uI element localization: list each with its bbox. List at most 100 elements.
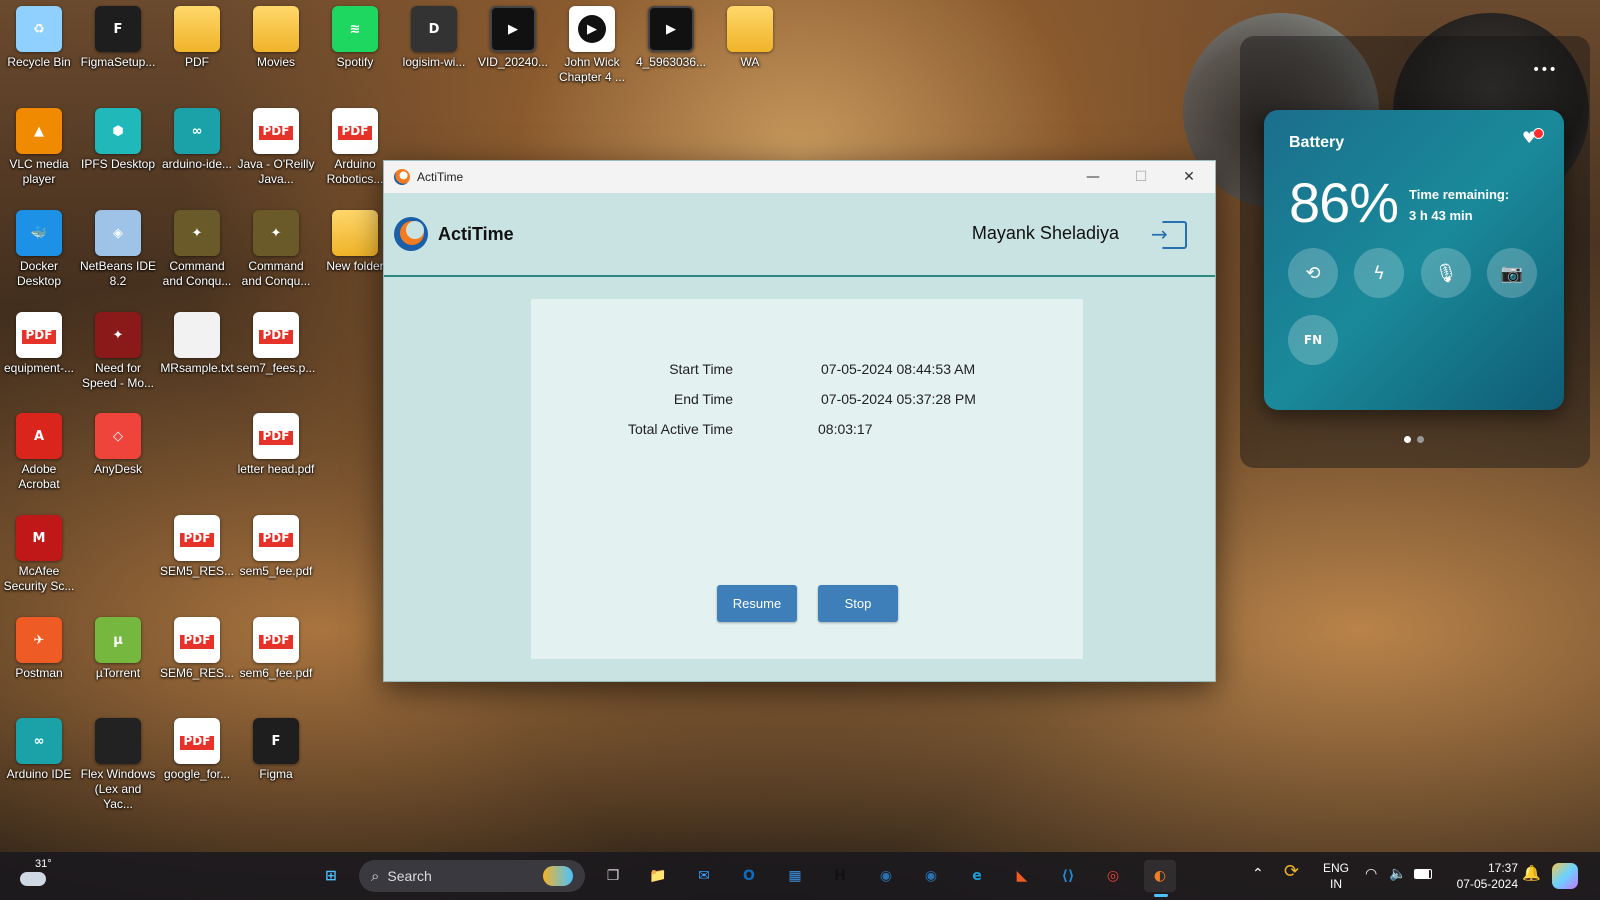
task-view-icon[interactable]: ❐	[597, 860, 629, 892]
desktop-icon[interactable]: PDF SEM5_RES...	[158, 515, 236, 579]
desktop-icon-label: Need for Speed - Mo...	[81, 361, 155, 390]
desktop-icon[interactable]: PDF equipment-...	[0, 312, 78, 376]
desktop-icon-label: equipment-...	[3, 361, 75, 375]
desktop-icon[interactable]: ▶ John Wick Chapter 4 ...	[553, 6, 631, 85]
desktop-icon[interactable]: PDF Java - O'Reilly Java...	[237, 108, 315, 187]
desktop-icon-label: NetBeans IDE 8.2	[79, 259, 157, 288]
pdf-file-icon: PDF	[16, 312, 62, 358]
desktop-icon[interactable]: 🐳 Docker Desktop	[0, 210, 78, 289]
folder-icon	[253, 6, 299, 52]
desktop-icon-label: Recycle Bin	[7, 55, 71, 69]
utorrent-icon: µ	[95, 617, 141, 663]
start-time-label: Start Time	[669, 361, 733, 377]
desktop-icon[interactable]: ✦ Command and Conqu...	[158, 210, 236, 289]
page-dot-active[interactable]	[1404, 436, 1411, 443]
search-input[interactable]: ⌕ Search	[359, 860, 585, 892]
clock[interactable]: 17:37 07-05-2024	[1448, 860, 1518, 892]
widget-menu-icon[interactable]: •••	[1532, 62, 1557, 78]
desktop-icon[interactable]: ✦ Need for Speed - Mo...	[79, 312, 157, 391]
desktop-icon[interactable]: PDF letter head.pdf	[237, 413, 315, 477]
chrome-icon[interactable]: ◎	[1097, 860, 1129, 892]
hackerrank-icon[interactable]: H	[824, 860, 856, 892]
battery-icon[interactable]	[1414, 869, 1432, 879]
clock-time: 17:37	[1487, 861, 1518, 875]
desktop-icon[interactable]: PDF	[158, 6, 236, 70]
end-time-value: 07-05-2024 05:37:28 PM	[821, 391, 976, 407]
app-icon-3[interactable]: ◣	[1006, 860, 1038, 892]
show-hidden-icons-icon[interactable]: ⌃	[1252, 866, 1264, 882]
desktop-icon[interactable]: PDF SEM6_RES...	[158, 617, 236, 681]
microphone-icon[interactable]: 🎙	[1421, 248, 1471, 298]
vscode-icon[interactable]: ⟨⟩	[1052, 860, 1084, 892]
desktop-icon[interactable]: PDF sem6_fee.pdf	[237, 617, 315, 681]
close-button[interactable]: ✕	[1165, 161, 1213, 193]
desktop-icon[interactable]: MRsample.txt	[158, 312, 236, 376]
resume-button[interactable]: Resume	[717, 585, 797, 622]
desktop-icon[interactable]: Movies	[237, 6, 315, 70]
charge-icon[interactable]: ϟ	[1354, 248, 1404, 298]
actitime-icon[interactable]: ◐	[1144, 860, 1176, 897]
widget-page-dots[interactable]	[1404, 436, 1424, 443]
desktop-icon[interactable]: A Adobe Acrobat	[0, 413, 78, 492]
desktop-icon[interactable]: ▶ VID_20240...	[474, 6, 552, 70]
desktop-icon[interactable]: µ µTorrent	[79, 617, 157, 681]
logout-icon[interactable]	[1151, 221, 1187, 249]
desktop-icon[interactable]: ♻ Recycle Bin	[0, 6, 78, 70]
time-remaining-value: 3 h 43 min	[1409, 208, 1473, 223]
camera-icon[interactable]: 📷	[1487, 248, 1537, 298]
battery-saver-icon[interactable]: ⟲	[1288, 248, 1338, 298]
file-explorer-icon[interactable]: 📁	[642, 860, 674, 892]
desktop-icon[interactable]: M McAfee Security Sc...	[0, 515, 78, 594]
desktop-icon[interactable]: ▲ VLC media player	[0, 108, 78, 187]
wifi-icon[interactable]: ◠	[1365, 866, 1377, 882]
desktop-icon[interactable]: ✈ Postman	[0, 617, 78, 681]
desktop-icon[interactable]: ◇ AnyDesk	[79, 413, 157, 477]
app-header: ActiTime Mayank Sheladiya	[384, 193, 1215, 277]
notification-icon[interactable]: 🔔	[1522, 865, 1541, 881]
desktop-icon[interactable]: ∞ arduino-ide...	[158, 108, 236, 172]
desktop-icon[interactable]: WA	[711, 6, 789, 70]
recycle-bin-icon: ♻	[16, 6, 62, 52]
desktop-icon[interactable]: PDF google_for...	[158, 718, 236, 782]
desktop-icon[interactable]: ✦ Command and Conqu...	[237, 210, 315, 289]
weather-widget[interactable]: 31°	[18, 858, 58, 894]
desktop-icon[interactable]: F Figma	[237, 718, 315, 782]
media-player-icon: ▶	[569, 6, 615, 52]
desktop-icon[interactable]: ∞ Arduino IDE	[0, 718, 78, 782]
desktop-icon-label: Adobe Acrobat	[18, 462, 60, 491]
desktop-icon[interactable]: ◈ NetBeans IDE 8.2	[79, 210, 157, 289]
health-heart-icon[interactable]: ♥	[1522, 128, 1546, 152]
edge-icon[interactable]: e	[961, 860, 993, 892]
window-title: ActiTime	[417, 170, 464, 184]
page-dot[interactable]	[1417, 436, 1424, 443]
desktop-icon[interactable]: PDF sem7_fees.p...	[237, 312, 315, 376]
desktop-icon[interactable]: Flex Windows (Lex and Yac...	[79, 718, 157, 812]
minimize-button[interactable]: —	[1069, 161, 1117, 193]
app-icon-1[interactable]: ◉	[870, 860, 902, 892]
fn-icon[interactable]: FN	[1288, 315, 1338, 365]
total-active-time-value: 08:03:17	[818, 421, 873, 437]
desktop-icon-label: sem5_fee.pdf	[239, 564, 313, 578]
mail-icon[interactable]: ✉	[688, 860, 720, 892]
desktop-icon[interactable]: ≋ Spotify	[316, 6, 394, 70]
desktop-icon[interactable]: F FigmaSetup...	[79, 6, 157, 70]
copilot-icon[interactable]	[1552, 863, 1578, 889]
app-icon-2[interactable]: ◉	[915, 860, 947, 892]
desktop-icon[interactable]: ⬢ IPFS Desktop	[79, 108, 157, 172]
sync-icon[interactable]: ⟳	[1284, 863, 1299, 881]
window-titlebar[interactable]: ActiTime — ☐ ✕	[384, 161, 1215, 193]
desktop-icon[interactable]: PDF sem5_fee.pdf	[237, 515, 315, 579]
volume-icon[interactable]: 🔈	[1389, 866, 1406, 882]
maximize-button[interactable]: ☐	[1117, 161, 1165, 193]
battery-widget: Battery ♥ 86% Time remaining: 3 h 43 min…	[1264, 110, 1564, 410]
battery-percent: 86%	[1289, 171, 1399, 234]
store-icon[interactable]: ▦	[779, 860, 811, 892]
language-indicator[interactable]: ENG IN	[1320, 860, 1352, 892]
desktop-icon[interactable]: ▶ 4_5963036...	[632, 6, 710, 70]
pdf-file-icon: PDF	[174, 617, 220, 663]
desktop-icon[interactable]: Dlogisim-wi...	[395, 6, 473, 70]
desktop-icon-label: Figma	[259, 767, 293, 781]
outlook-icon[interactable]: O	[733, 860, 765, 892]
start-icon[interactable]: ⊞	[315, 860, 347, 892]
stop-button[interactable]: Stop	[818, 585, 898, 622]
